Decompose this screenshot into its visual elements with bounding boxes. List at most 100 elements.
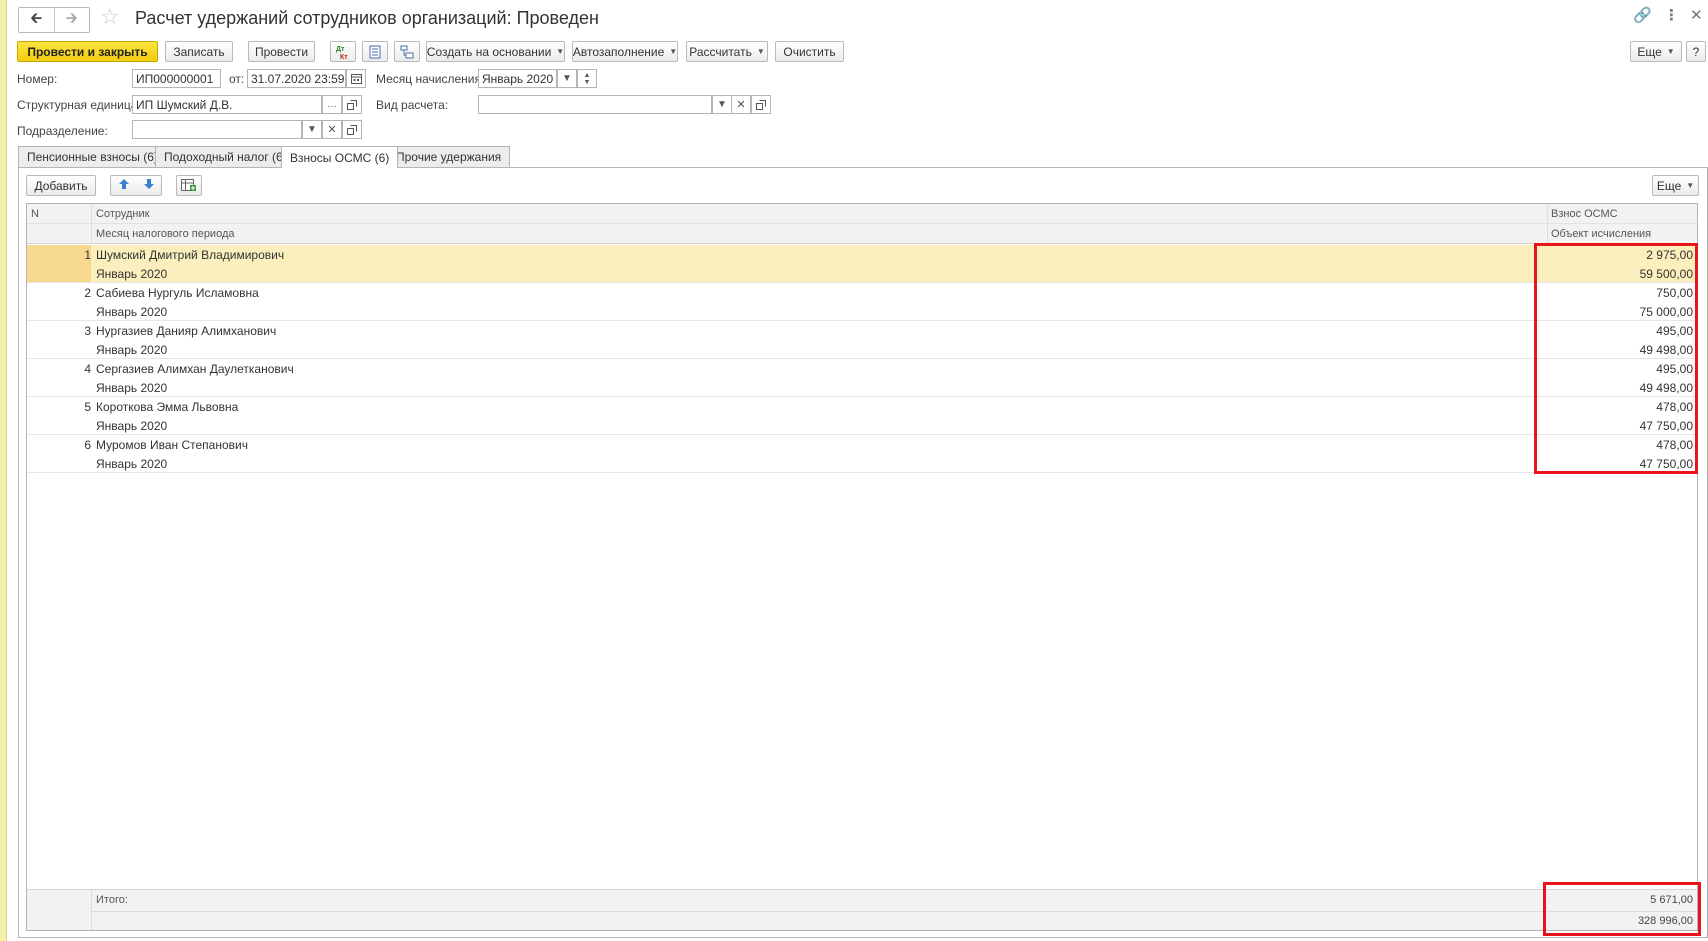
calendar-icon[interactable] bbox=[346, 69, 366, 88]
autofill-label: Автозаполнение bbox=[572, 44, 665, 59]
row-line-month: Январь 2020 49 498,00 bbox=[27, 340, 1697, 359]
spin-updown-icon[interactable]: ▲ ▼ bbox=[577, 69, 597, 88]
clear-x-icon[interactable]: ✕ bbox=[731, 95, 751, 114]
add-button[interactable]: Добавить bbox=[26, 175, 96, 196]
row-number[interactable]: 4 bbox=[27, 362, 91, 376]
employee-cell[interactable]: Сабиева Нургуль Исламовна bbox=[96, 286, 259, 300]
chevron-down-icon[interactable]: ▼ bbox=[712, 95, 732, 114]
month-cell[interactable]: Январь 2020 bbox=[96, 457, 167, 471]
month-field[interactable]: Январь 2020 bbox=[478, 69, 557, 88]
employee-cell[interactable]: Нургазиев Данияр Алимханович bbox=[96, 324, 276, 338]
header-employee[interactable]: Сотрудник bbox=[96, 208, 149, 220]
create-based-on-button[interactable]: Создать на основании ▼ bbox=[426, 41, 565, 62]
employee-cell[interactable]: Муромов Иван Степанович bbox=[96, 438, 248, 452]
row-line-employee: 4 Сергазиев Алимхан Даулетканович 495,00 bbox=[27, 359, 1697, 378]
table-footer: Итого: 5 671,00 328 996,00 bbox=[27, 889, 1697, 930]
list-icon[interactable] bbox=[362, 41, 388, 62]
month-cell[interactable]: Январь 2020 bbox=[96, 267, 167, 281]
month-cell[interactable]: Январь 2020 bbox=[96, 343, 167, 357]
number-field[interactable]: ИП000000001 bbox=[132, 69, 221, 88]
calculate-button[interactable]: Рассчитать ▼ bbox=[686, 41, 768, 62]
chevron-down-icon[interactable]: ▼ bbox=[302, 120, 322, 139]
tab-other-deductions[interactable]: Прочие удержания bbox=[387, 146, 511, 167]
header-divider bbox=[91, 204, 92, 244]
highlight-box-totals bbox=[1543, 882, 1701, 936]
move-buttons bbox=[110, 175, 162, 196]
calc-type-label: Вид расчета: bbox=[376, 98, 449, 112]
table-row[interactable]: 2 Сабиева Нургуль Исламовна 750,00 Январь 2… bbox=[27, 283, 1697, 321]
table-more-button[interactable]: Еще ▼ bbox=[1652, 175, 1699, 196]
nav-buttons: 🡰 🡲 bbox=[18, 7, 90, 33]
post-button[interactable]: Провести bbox=[248, 41, 315, 62]
back-arrow-icon[interactable]: 🡰 bbox=[19, 8, 54, 32]
post-and-close-button[interactable]: Провести и закрыть bbox=[17, 41, 158, 62]
row-line-employee: 5 Короткова Эмма Львовна 478,00 bbox=[27, 397, 1697, 416]
structure-icon[interactable] bbox=[394, 41, 420, 62]
dropdown-caret-icon: ▼ bbox=[1666, 47, 1675, 56]
row-number[interactable]: 3 bbox=[27, 324, 91, 338]
department-label: Подразделение: bbox=[17, 124, 108, 138]
employee-cell[interactable]: Короткова Эмма Львовна bbox=[96, 400, 238, 414]
open-icon[interactable] bbox=[342, 95, 362, 114]
chevron-down-icon[interactable]: ▼ bbox=[557, 69, 577, 88]
row-number[interactable]: 1 bbox=[27, 248, 91, 262]
employee-cell[interactable]: Сергазиев Алимхан Даулетканович bbox=[96, 362, 294, 376]
table-settings-icon[interactable] bbox=[176, 175, 202, 196]
calculate-label: Рассчитать bbox=[689, 44, 752, 59]
clear-button[interactable]: Очистить bbox=[775, 41, 844, 62]
department-field[interactable] bbox=[132, 120, 302, 139]
more-vertical-icon[interactable]: ⋮ bbox=[1664, 6, 1679, 24]
calc-type-field[interactable] bbox=[478, 95, 712, 114]
open-icon[interactable] bbox=[751, 95, 771, 114]
table-row[interactable]: 4 Сергазиев Алимхан Даулетканович 495,00 Ян… bbox=[27, 359, 1697, 397]
dt-kt-icon[interactable]: Дт Кт bbox=[330, 41, 356, 62]
row-line-month: Январь 2020 47 750,00 bbox=[27, 416, 1697, 435]
row-number[interactable]: 2 bbox=[27, 286, 91, 300]
row-line-month: Январь 2020 49 498,00 bbox=[27, 378, 1697, 397]
table-row[interactable]: 3 Нургазиев Данияр Алимханович 495,00 Январ… bbox=[27, 321, 1697, 359]
row-number[interactable]: 6 bbox=[27, 438, 91, 452]
table-row[interactable]: 1 Шумский Дмитрий Владимирович 2 975,00 Янв… bbox=[27, 245, 1697, 283]
dropdown-caret-icon: ▼ bbox=[669, 47, 678, 56]
ellipsis-select-icon[interactable]: … bbox=[322, 95, 342, 114]
save-button[interactable]: Записать bbox=[165, 41, 233, 62]
table-row[interactable]: 5 Короткова Эмма Львовна 478,00 Январь 2020… bbox=[27, 397, 1697, 435]
header-month[interactable]: Месяц налогового периода bbox=[96, 228, 235, 240]
svg-text:Кт: Кт bbox=[340, 54, 348, 60]
date-field[interactable]: 31.07.2020 23:59:59 bbox=[247, 69, 346, 88]
favorite-star-icon[interactable]: ☆ bbox=[100, 4, 120, 30]
month-cell[interactable]: Январь 2020 bbox=[96, 419, 167, 433]
tab-pension[interactable]: Пенсионные взносы (6) bbox=[18, 146, 167, 167]
row-number[interactable]: 5 bbox=[27, 400, 91, 414]
table-row[interactable]: 6 Муромов Иван Степанович 478,00 Январь 202… bbox=[27, 435, 1697, 473]
tab-income-tax[interactable]: Подоходный налог (6) bbox=[155, 146, 296, 167]
row-line-month: Январь 2020 47 750,00 bbox=[27, 454, 1697, 473]
page-title: Расчет удержаний сотрудников организаций… bbox=[135, 8, 599, 28]
close-icon[interactable]: ✕ bbox=[1690, 6, 1703, 24]
autofill-button[interactable]: Автозаполнение ▼ bbox=[572, 41, 678, 62]
row-line-month: Январь 2020 75 000,00 bbox=[27, 302, 1697, 321]
clear-x-icon[interactable]: ✕ bbox=[322, 120, 342, 139]
open-icon[interactable] bbox=[342, 120, 362, 139]
header-object[interactable]: Объект исчисления bbox=[1551, 228, 1651, 240]
header-n[interactable]: N bbox=[31, 208, 39, 220]
help-button[interactable]: ? bbox=[1686, 41, 1706, 62]
row-line-employee: 1 Шумский Дмитрий Владимирович 2 975,00 bbox=[27, 245, 1697, 264]
arrow-down-icon[interactable] bbox=[143, 178, 155, 193]
structural-unit-field[interactable]: ИП Шумский Д.В. bbox=[132, 95, 322, 114]
month-cell[interactable]: Январь 2020 bbox=[96, 305, 167, 319]
link-icon[interactable]: 🔗 bbox=[1633, 6, 1652, 24]
more-button[interactable]: Еще ▼ bbox=[1630, 41, 1682, 62]
svg-text:Дт: Дт bbox=[336, 46, 345, 53]
row-line-employee: 6 Муромов Иван Степанович 478,00 bbox=[27, 435, 1697, 454]
structural-unit-label: Структурная единица: bbox=[17, 98, 141, 112]
forward-arrow-icon[interactable]: 🡲 bbox=[53, 8, 90, 32]
arrow-up-icon[interactable] bbox=[118, 178, 130, 193]
table-header-row2: Месяц налогового периода Объект исчислен… bbox=[27, 224, 1697, 244]
month-cell[interactable]: Январь 2020 bbox=[96, 381, 167, 395]
header-contribution[interactable]: Взнос ОСМС bbox=[1551, 208, 1618, 220]
row-line-month: Январь 2020 59 500,00 bbox=[27, 264, 1697, 283]
tab-osms[interactable]: Взносы ОСМС (6) bbox=[281, 146, 399, 168]
dropdown-caret-icon: ▼ bbox=[1686, 181, 1695, 190]
employee-cell[interactable]: Шумский Дмитрий Владимирович bbox=[96, 248, 284, 262]
